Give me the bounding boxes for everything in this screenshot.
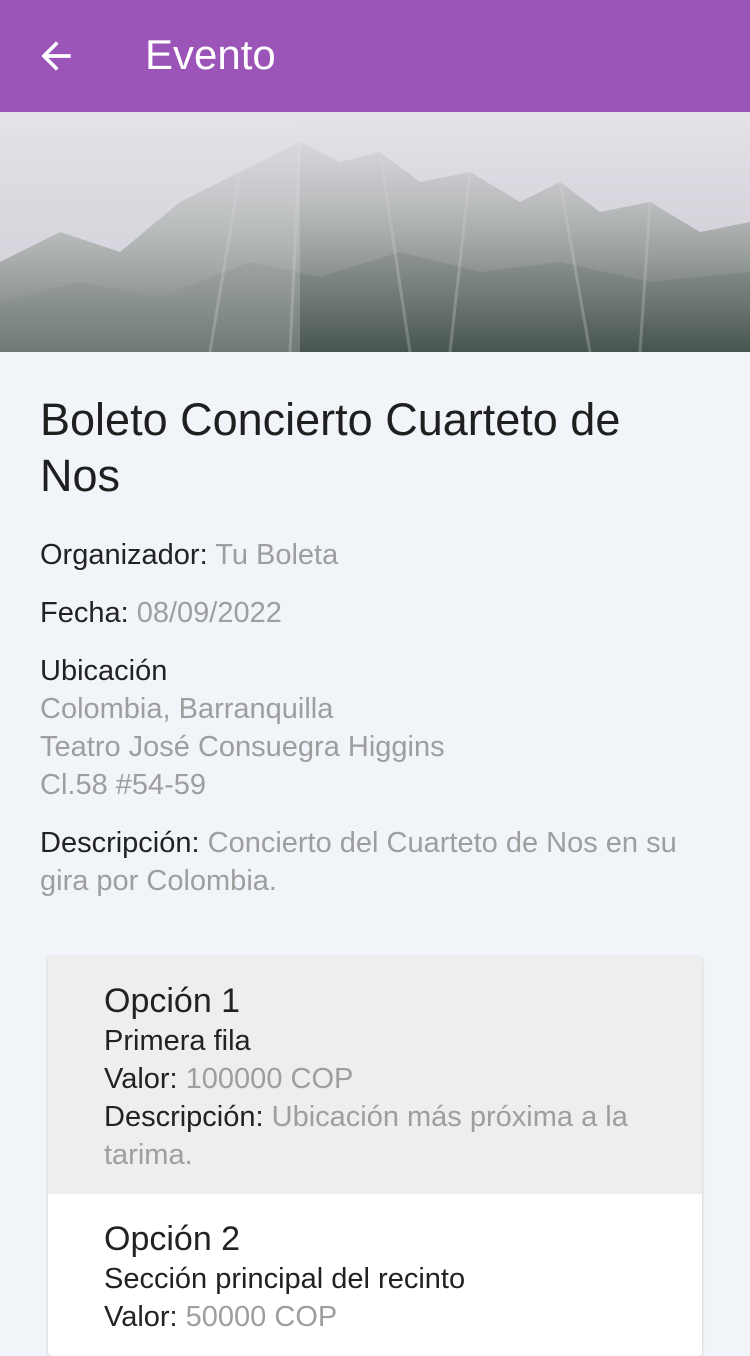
ticket-option-2[interactable]: Opción 2 Sección principal del recinto V… <box>48 1194 702 1356</box>
location-block: Ubicación Colombia, Barranquilla Teatro … <box>40 652 710 804</box>
app-bar: Evento <box>0 0 750 112</box>
location-label: Ubicación <box>40 655 168 687</box>
date-label: Fecha: <box>40 597 137 629</box>
location-line: Teatro José Consuegra Higgins <box>40 731 445 763</box>
description-row: Descripción: Concierto del Cuarteto de N… <box>40 824 710 900</box>
page-title: Evento <box>145 31 276 78</box>
option-description-row: Descripción: Ubicación más próxima a la … <box>104 1098 646 1174</box>
mountain-image <box>0 112 750 352</box>
option-title: Opción 2 <box>104 1220 241 1258</box>
ticket-options-list: Opción 1 Primera fila Valor: 100000 COP … <box>48 956 702 1356</box>
option-value-row: Valor: 50000 COP <box>104 1298 646 1336</box>
location-line: Colombia, Barranquilla <box>40 693 334 725</box>
back-button[interactable] <box>26 26 86 86</box>
option-value-label: Valor: <box>104 1301 186 1333</box>
organizer-row: Organizador: Tu Boleta <box>40 536 710 574</box>
option-title: Opción 1 <box>104 982 241 1020</box>
organizer-label: Organizador: <box>40 539 216 571</box>
description-label: Descripción: <box>40 827 208 859</box>
option-value-label: Valor: <box>104 1063 186 1095</box>
location-line: Cl.58 #54-59 <box>40 769 207 801</box>
option-value: 50000 COP <box>185 1301 338 1333</box>
organizer-value: Tu Boleta <box>215 539 339 571</box>
option-subtitle: Primera fila <box>104 1025 251 1057</box>
option-description-label: Descripción: <box>104 1101 272 1133</box>
date-value: 08/09/2022 <box>136 597 282 629</box>
option-subtitle: Sección principal del recinto <box>104 1263 466 1295</box>
option-value: 100000 COP <box>185 1063 354 1095</box>
date-row: Fecha: 08/09/2022 <box>40 594 710 632</box>
arrow-left-icon <box>41 41 71 71</box>
event-hero-image <box>0 112 750 352</box>
ticket-option-1[interactable]: Opción 1 Primera fila Valor: 100000 COP … <box>48 956 702 1194</box>
event-title: Boleto Concierto Cuarteto de Nos <box>40 394 621 501</box>
option-value-row: Valor: 100000 COP <box>104 1060 646 1098</box>
event-details: Boleto Concierto Cuarteto de Nos Organiz… <box>40 352 710 900</box>
